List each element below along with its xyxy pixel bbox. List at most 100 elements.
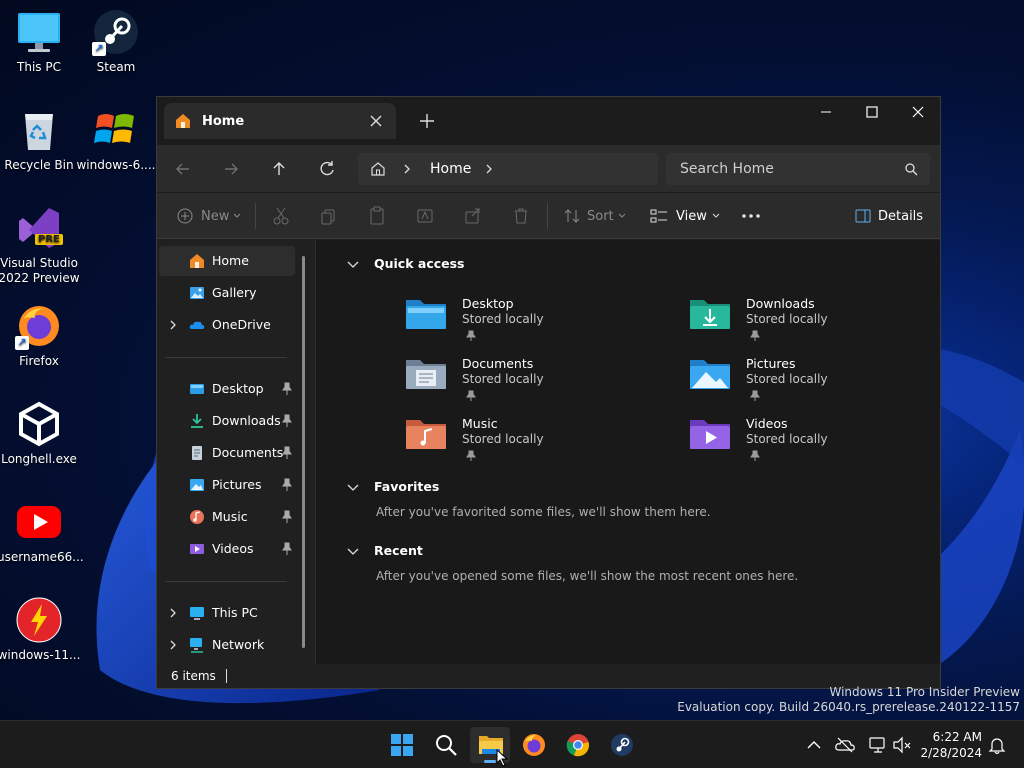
file-explorer-window[interactable]: Home Home Search Home New Sort View Deta… [156,96,941,689]
navigation-bar: Home Search Home [157,145,940,193]
chevron-up-icon[interactable] [804,735,824,755]
title-bar[interactable]: Home [157,97,940,145]
new-button[interactable]: New [177,204,241,228]
music-folder-icon [406,420,446,449]
taskbar-file-explorer[interactable] [470,727,510,767]
copy-icon[interactable] [319,204,339,228]
sidebar-scrollbar[interactable] [302,256,305,648]
start-button[interactable] [382,727,422,763]
close-window-icon[interactable] [895,101,941,131]
pin-icon[interactable] [281,382,293,396]
forward-arrow-icon[interactable] [219,157,243,181]
desktop-icon-username66[interactable]: username66... [0,498,84,565]
desktop-icon-windows-6[interactable]: windows-6.... [74,106,158,173]
refresh-icon[interactable] [315,157,339,181]
desktop-icon-steam[interactable]: ↗ Steam [74,8,158,75]
shortcut-arrow-icon: ↗ [15,336,29,350]
desktop-icon-longhell[interactable]: Longhell.exe [0,400,81,467]
sidebar-item-pictures[interactable]: Pictures [159,470,295,500]
paste-icon[interactable] [367,204,387,228]
taskbar-chrome[interactable] [558,727,598,763]
videos-folder-icon [690,420,730,449]
monitor-icon [15,8,63,56]
close-tab-icon[interactable] [366,111,386,131]
sidebar-item-this-pc[interactable]: This PC [159,598,295,628]
cut-icon[interactable] [271,204,291,228]
sidebar-item-gallery[interactable]: Gallery [159,278,295,308]
address-bar[interactable]: Home [358,153,658,185]
breadcrumb-chevron-icon[interactable] [484,163,494,175]
documents-folder-icon [192,446,202,460]
view-button[interactable]: View [650,204,720,228]
pin-icon[interactable] [281,446,293,460]
pin-icon[interactable] [281,478,293,492]
quick-access-pictures[interactable]: Pictures Stored locally [688,356,928,412]
quick-access-documents[interactable]: Documents Stored locally [404,356,644,412]
pin-icon[interactable] [281,510,293,524]
details-button[interactable]: Details [855,204,923,228]
chevron-down-icon [618,213,626,218]
delete-icon[interactable] [511,204,531,228]
sidebar-item-videos[interactable]: Videos [159,534,295,564]
back-arrow-icon[interactable] [171,157,195,181]
navigation-pane[interactable]: Home Gallery OneDrive Desktop Downloads [157,240,315,664]
pin-icon [466,330,476,341]
search-box[interactable]: Search Home [666,153,930,185]
sidebar-item-network[interactable]: Network [159,630,295,660]
sort-button[interactable]: Sort [563,204,626,228]
volume-muted-icon[interactable] [892,735,912,755]
sidebar-item-desktop[interactable]: Desktop [159,374,295,404]
taskbar-steam[interactable] [602,727,642,763]
pin-icon[interactable] [281,414,293,428]
system-clock[interactable]: 6:22 AM 2/28/2024 [918,729,982,761]
recent-header[interactable]: Recent [346,543,423,558]
quick-access-music[interactable]: Music Stored locally [404,416,644,472]
sidebar-item-music[interactable]: Music [159,502,295,532]
desktop-icon-windows-11[interactable]: windows-11... [0,596,81,663]
network-status-icon[interactable] [868,735,888,755]
more-options-icon[interactable] [741,204,761,228]
taskbar-firefox[interactable] [514,727,554,763]
breadcrumb-home[interactable]: Home [430,161,471,177]
new-tab-icon[interactable] [417,111,437,131]
chrome-icon [566,734,589,757]
quick-access-videos[interactable]: Videos Stored locally [688,416,928,472]
desktop-icon-recycle-bin[interactable]: Recycle Bin [0,106,81,173]
maximize-icon[interactable] [849,101,895,131]
sidebar-item-home[interactable]: Home [159,246,295,276]
quick-access-header[interactable]: Quick access [346,256,465,271]
expand-chevron-icon[interactable] [167,638,179,652]
taskbar-search-button[interactable] [426,727,466,763]
expand-chevron-icon[interactable] [167,318,179,332]
quick-access-downloads[interactable]: Downloads Stored locally [688,296,928,352]
favorites-empty-message: After you've favorited some files, we'll… [376,505,711,519]
collapse-chevron-icon [347,484,359,491]
sidebar-item-downloads[interactable]: Downloads [159,406,295,436]
notification-bell-icon[interactable] [987,735,1007,755]
up-arrow-icon[interactable] [267,157,291,181]
home-icon [176,114,190,128]
sidebar-item-documents[interactable]: Documents [159,438,295,468]
toolbar-divider [547,203,548,229]
pin-icon [750,330,760,341]
tab-home[interactable]: Home [164,103,396,139]
this-pc-icon [190,607,204,620]
desktop-icon-this-pc[interactable]: This PC [0,8,81,75]
sidebar-divider [165,357,287,358]
pin-icon[interactable] [281,542,293,556]
home-content: Quick access Desktop Stored locally Down… [316,240,940,664]
desktop-icon-firefox[interactable]: ↗ Firefox [0,302,81,369]
desktop-folder-icon [190,384,204,394]
onedrive-offline-icon[interactable] [835,735,855,755]
videos-folder-icon [190,544,204,554]
expand-chevron-icon[interactable] [167,606,179,620]
rename-icon[interactable] [415,204,435,228]
favorites-header[interactable]: Favorites [346,479,439,494]
sidebar-item-onedrive[interactable]: OneDrive [159,310,295,340]
quick-access-desktop[interactable]: Desktop Stored locally [404,296,644,352]
share-icon[interactable] [463,204,483,228]
minimize-icon[interactable] [803,101,849,131]
desktop-icon-visual-studio[interactable]: PRE Visual Studio 2022 Preview [0,204,81,286]
visual-studio-icon: PRE [15,204,63,252]
view-icon [650,209,667,223]
